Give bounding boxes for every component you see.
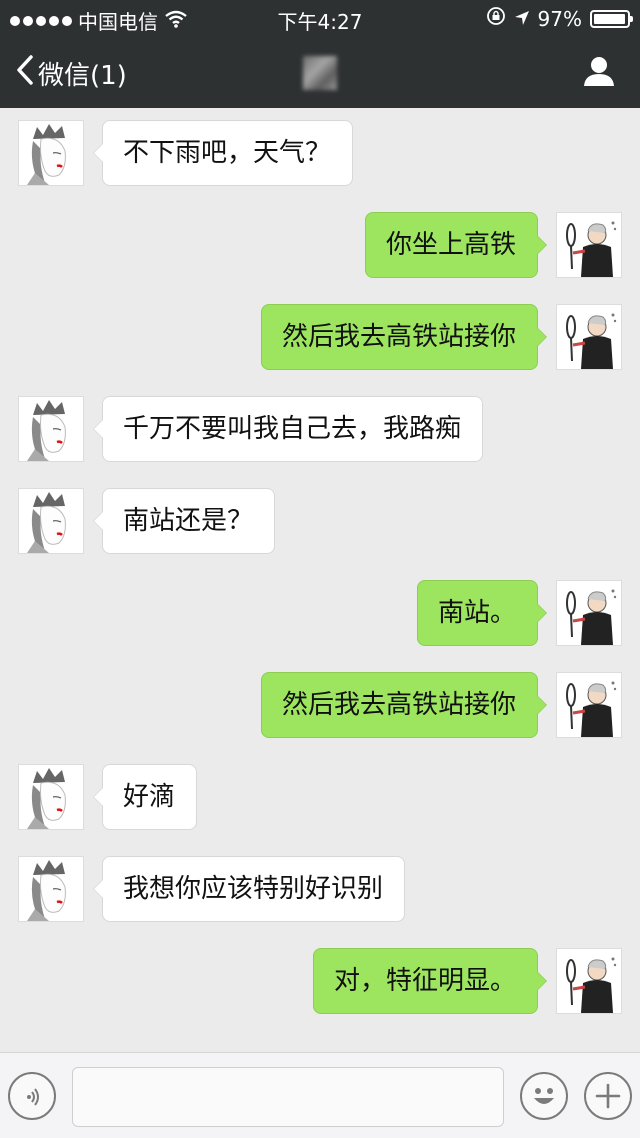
contact-avatar[interactable] xyxy=(18,396,84,462)
received-message-bubble[interactable]: 南站还是？ xyxy=(93,488,275,554)
person-icon xyxy=(582,57,616,92)
emoji-button[interactable] xyxy=(520,1072,568,1120)
rotation-lock-icon xyxy=(486,6,506,31)
emoji-icon xyxy=(526,1078,562,1118)
plus-icon xyxy=(594,1082,622,1114)
my-avatar[interactable] xyxy=(556,304,622,370)
sent-message-bubble[interactable]: 对，特征明显。 xyxy=(313,948,547,1014)
battery-percent: 97% xyxy=(537,6,582,31)
input-bar xyxy=(0,1052,640,1138)
received-message-bubble[interactable]: 好滴 xyxy=(93,764,197,830)
sent-message-bubble[interactable]: 你坐上高铁 xyxy=(365,212,547,278)
chat-title xyxy=(0,56,640,90)
sent-message-bubble[interactable]: 然后我去高铁站接你 xyxy=(261,672,547,738)
contact-avatar[interactable] xyxy=(18,488,84,554)
received-message-bubble[interactable]: 我想你应该特别好识别 xyxy=(93,856,405,922)
location-arrow-icon xyxy=(514,7,530,31)
voice-button[interactable] xyxy=(8,1072,56,1120)
contact-avatar[interactable] xyxy=(18,120,84,186)
more-button[interactable] xyxy=(584,1072,632,1120)
contact-avatar[interactable] xyxy=(18,856,84,922)
sent-message-bubble[interactable]: 南站。 xyxy=(417,580,547,646)
my-avatar[interactable] xyxy=(556,212,622,278)
voice-icon xyxy=(20,1084,46,1114)
sent-message-bubble[interactable]: 然后我去高铁站接你 xyxy=(261,304,547,370)
battery-icon xyxy=(590,9,633,28)
my-avatar[interactable] xyxy=(556,672,622,738)
status-right: 97% xyxy=(486,6,633,31)
received-message-bubble[interactable]: 千万不要叫我自己去，我路痴 xyxy=(93,396,483,462)
received-message-bubble[interactable]: 不下雨吧，天气？ xyxy=(93,120,353,186)
nav-bar: 微信(1) xyxy=(0,36,640,108)
blurred-contact-name xyxy=(303,56,337,90)
contact-avatar[interactable] xyxy=(18,764,84,830)
my-avatar[interactable] xyxy=(556,580,622,646)
profile-button[interactable] xyxy=(582,54,616,92)
my-avatar[interactable] xyxy=(556,948,622,1014)
message-input[interactable] xyxy=(72,1067,504,1127)
status-bar: 中国电信 下午4:27 97% xyxy=(0,0,640,36)
